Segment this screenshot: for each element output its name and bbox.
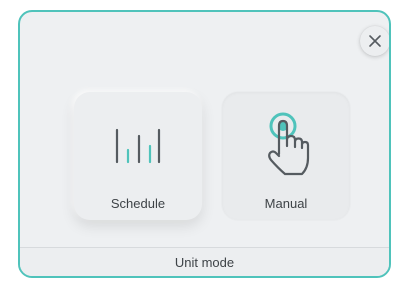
schedule-bars-icon — [113, 128, 163, 169]
dialog-title: Unit mode — [174, 254, 235, 270]
schedule-label: Schedule — [110, 196, 166, 211]
manual-mode-button[interactable]: Manual — [222, 92, 350, 220]
close-button[interactable] — [360, 26, 389, 56]
close-icon — [368, 34, 382, 48]
dialog-footer: Unit mode — [20, 247, 389, 276]
manual-label: Manual — [264, 196, 308, 211]
schedule-mode-button[interactable]: Schedule — [74, 92, 202, 220]
hand-pointer-icon — [259, 110, 313, 185]
unit-mode-dialog: Schedule Manual Unit mode — [18, 10, 391, 278]
